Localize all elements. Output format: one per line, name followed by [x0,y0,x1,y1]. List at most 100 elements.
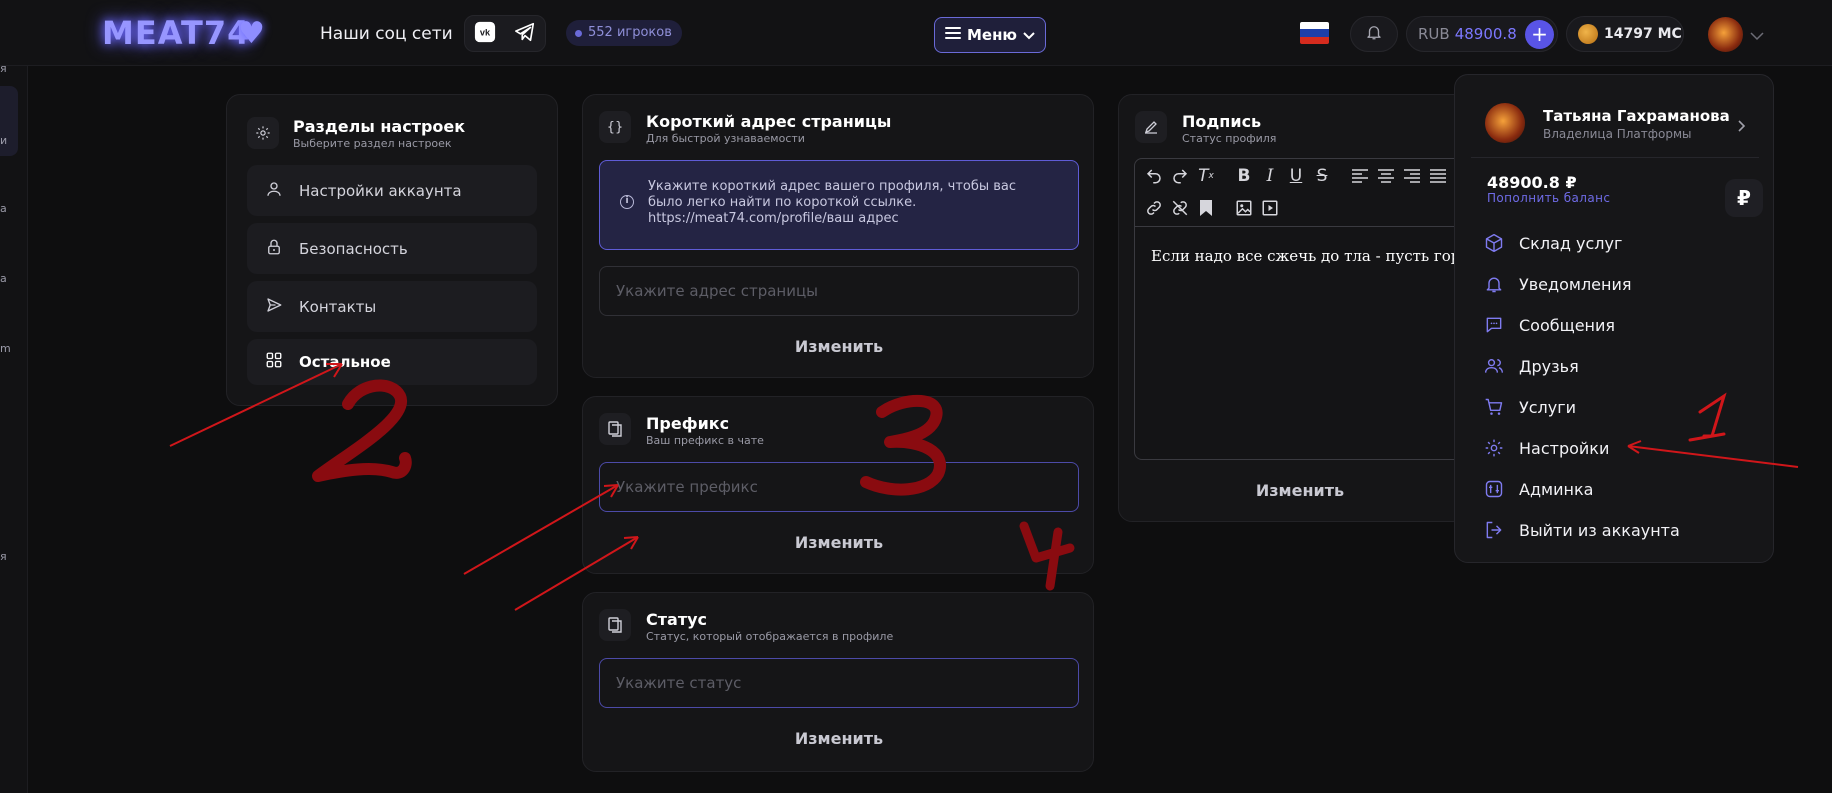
chevron-down-icon [1023,26,1035,44]
notifications-button[interactable] [1350,16,1398,52]
prefix-title: Префикс [646,414,730,433]
vk-icon[interactable]: vk [474,21,496,47]
settings-nav-contacts[interactable]: Контакты [247,281,537,332]
sidebar-item-label[interactable]: а [0,272,7,285]
settings-sections-card: Разделы настроек Выберите раздел настрое… [226,94,558,406]
settings-nav-label: Настройки аккаунта [299,181,462,200]
menu-label: Меню [966,26,1018,44]
unlink-icon[interactable] [1169,197,1191,219]
menu-item-label: Друзья [1519,356,1579,376]
language-flag[interactable] [1300,22,1329,44]
menu-button[interactable]: Меню [934,17,1046,53]
short-address-card: {} Короткий адрес страницы Для быстрой у… [582,94,1094,378]
status-title: Статус [646,610,707,629]
info-line: было легко найти по короткой ссылке. [648,195,917,210]
align-justify-icon[interactable] [1427,165,1449,187]
menu-item-services-storage[interactable]: Склад услуг [1483,228,1622,258]
pen-icon [1135,111,1167,143]
hamburger-icon [944,26,961,44]
user-avatar[interactable] [1708,17,1743,52]
balance-widget: RUB 48900.8 + [1406,16,1558,52]
social-buttons: vk [464,15,546,52]
dropdown-balance: 48900.8 ₽ [1487,173,1577,192]
menu-item-label: Админка [1519,479,1594,499]
dropdown-avatar [1485,103,1525,143]
gear-icon [1483,437,1505,459]
menu-item-messages[interactable]: Сообщения [1483,310,1615,340]
info-line: Укажите короткий адрес вашего профиля, ч… [648,179,1017,194]
settings-nav-other[interactable]: Остальное [247,339,537,385]
menu-item-label: Услуги [1519,397,1577,417]
bookmark-icon[interactable] [1195,197,1217,219]
svg-text:vk: vk [480,27,491,37]
signature-subtitle: Статус профиля [1182,132,1277,145]
lock-icon [265,238,283,260]
ruble-icon[interactable]: ₽ [1725,179,1763,217]
sidebar-item-label[interactable]: и [0,134,7,147]
menu-item-label: Уведомления [1519,274,1632,294]
add-balance-button[interactable]: + [1525,20,1554,49]
redo-icon[interactable] [1169,165,1191,187]
menu-item-admin[interactable]: Админка [1483,474,1593,504]
divider [1471,157,1759,158]
players-online-badge: 552 игроков [566,20,682,46]
bell-icon [1365,23,1383,45]
short-address-input[interactable] [599,266,1079,316]
topup-link[interactable]: Пополнить баланс [1487,191,1610,205]
menu-item-settings[interactable]: Настройки [1483,433,1609,463]
status-subtitle: Статус, который отображается в профиле [646,630,894,643]
balance-amount: 48900.8 [1454,25,1517,43]
user-dropdown-menu: Татьяна Гахраманова Владелица Платформы … [1454,74,1774,563]
short-address-save-button[interactable]: Изменить [599,331,1079,361]
site-logo[interactable]: MEAT74 [102,14,250,52]
signature-text[interactable]: Если надо все сжечь до тла - пусть горит… [1151,247,1463,265]
align-center-icon[interactable] [1375,165,1397,187]
undo-icon[interactable] [1143,165,1165,187]
editor-toolbar: Tx B I U S [1135,159,1463,227]
align-left-icon[interactable] [1349,165,1371,187]
settings-nav-security[interactable]: Безопасность [247,223,537,274]
menu-item-notifications[interactable]: Уведомления [1483,269,1632,299]
prefix-input[interactable] [599,462,1079,512]
bell-icon [1483,273,1505,295]
user-icon [265,180,283,202]
underline-icon[interactable]: U [1285,165,1307,187]
align-right-icon[interactable] [1401,165,1423,187]
send-icon [265,296,283,318]
status-save-button[interactable]: Изменить [599,723,1079,753]
chevron-right-icon[interactable] [1738,117,1746,136]
telegram-icon[interactable] [514,21,536,47]
sidebar-item-label[interactable]: я [0,62,7,75]
sidebar-item-label[interactable]: а [0,202,7,215]
video-icon[interactable] [1259,197,1281,219]
menu-item-friends[interactable]: Друзья [1483,351,1579,381]
clear-format-icon[interactable]: Tx [1195,165,1217,187]
coin-icon [1578,24,1598,44]
link-icon[interactable] [1143,197,1165,219]
admin-icon [1483,478,1505,500]
user-name[interactable]: Татьяна Гахраманова [1543,107,1730,125]
document-icon [599,413,631,445]
italic-icon[interactable]: I [1259,165,1281,187]
chevron-down-icon[interactable] [1750,26,1764,45]
signature-save-button[interactable]: Изменить [1135,475,1465,505]
menu-item-services[interactable]: Услуги [1483,392,1576,422]
status-card: Статус Статус, который отображается в пр… [582,592,1094,772]
bold-icon[interactable]: B [1233,165,1255,187]
heart-icon: ♥ [238,16,265,51]
signature-editor[interactable]: Tx B I U S Если надо все сжечь до тла - … [1134,158,1464,460]
user-role: Владелица Платформы [1543,127,1692,141]
menu-item-label: Выйти из аккаунта [1519,520,1680,540]
short-address-info: i Укажите короткий адрес вашего профиля,… [599,160,1079,250]
image-icon[interactable] [1233,197,1255,219]
status-input[interactable] [599,658,1079,708]
menu-item-logout[interactable]: Выйти из аккаунта [1483,515,1680,545]
strikethrough-icon[interactable]: S [1311,165,1333,187]
balance-currency: RUB [1418,25,1450,43]
sidebar-item-label[interactable]: m [0,342,11,355]
sidebar-item-label[interactable]: я [0,550,7,563]
braces-icon: {} [599,111,631,143]
settings-nav-account[interactable]: Настройки аккаунта [247,165,537,216]
prefix-save-button[interactable]: Изменить [599,527,1079,557]
settings-sections-subtitle: Выберите раздел настроек [293,137,452,150]
